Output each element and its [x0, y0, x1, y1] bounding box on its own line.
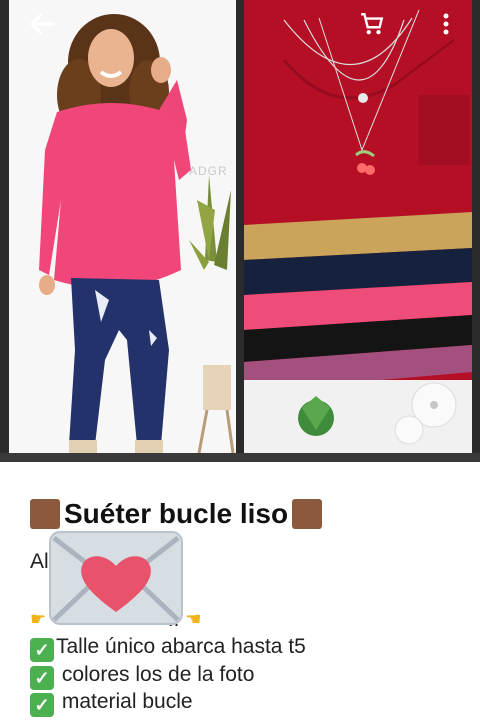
product-photo-model[interactable]: ADGR — [9, 0, 236, 453]
feature-text: material bucle — [56, 690, 193, 713]
product-image-gallery[interactable]: ADGR — [0, 0, 480, 462]
sweater-colors-illustration — [244, 0, 472, 453]
pointing-hand-icon: ☛ — [30, 609, 47, 629]
photo-watermark: ADGR — [189, 164, 228, 178]
gallery-bottom-strip — [0, 453, 480, 462]
feature-item: ✓ material bucle — [30, 690, 193, 717]
check-mark-icon: ✓ — [30, 693, 54, 717]
product-description: Suéter bucle liso Al ☛ !! ☚ ✓Talle único… — [30, 494, 460, 717]
brown-square-icon — [30, 499, 60, 529]
envelope-heart-icon[interactable] — [48, 530, 184, 626]
more-vertical-icon[interactable] — [430, 8, 462, 40]
description-intro: Al — [30, 550, 49, 573]
product-title-text: Suéter bucle liso — [64, 498, 289, 529]
brown-square-icon — [292, 499, 323, 529]
feature-text: colores los de la foto — [56, 663, 255, 686]
pointing-hand-icon: ☚ — [185, 609, 202, 629]
feature-item: ✓ colores los de la foto — [30, 663, 254, 690]
product-photo-colors[interactable] — [244, 0, 472, 453]
check-mark-icon: ✓ — [30, 666, 54, 690]
shopping-cart-icon[interactable] — [356, 8, 388, 40]
model-illustration — [9, 0, 236, 453]
product-title: Suéter bucle liso — [30, 494, 460, 534]
check-mark-icon: ✓ — [30, 638, 54, 662]
feature-item: ✓ Talle único abarca hasta t5 — [30, 635, 306, 662]
back-arrow-icon[interactable] — [26, 8, 58, 40]
feature-text: Talle único abarca hasta t5 — [56, 635, 306, 658]
